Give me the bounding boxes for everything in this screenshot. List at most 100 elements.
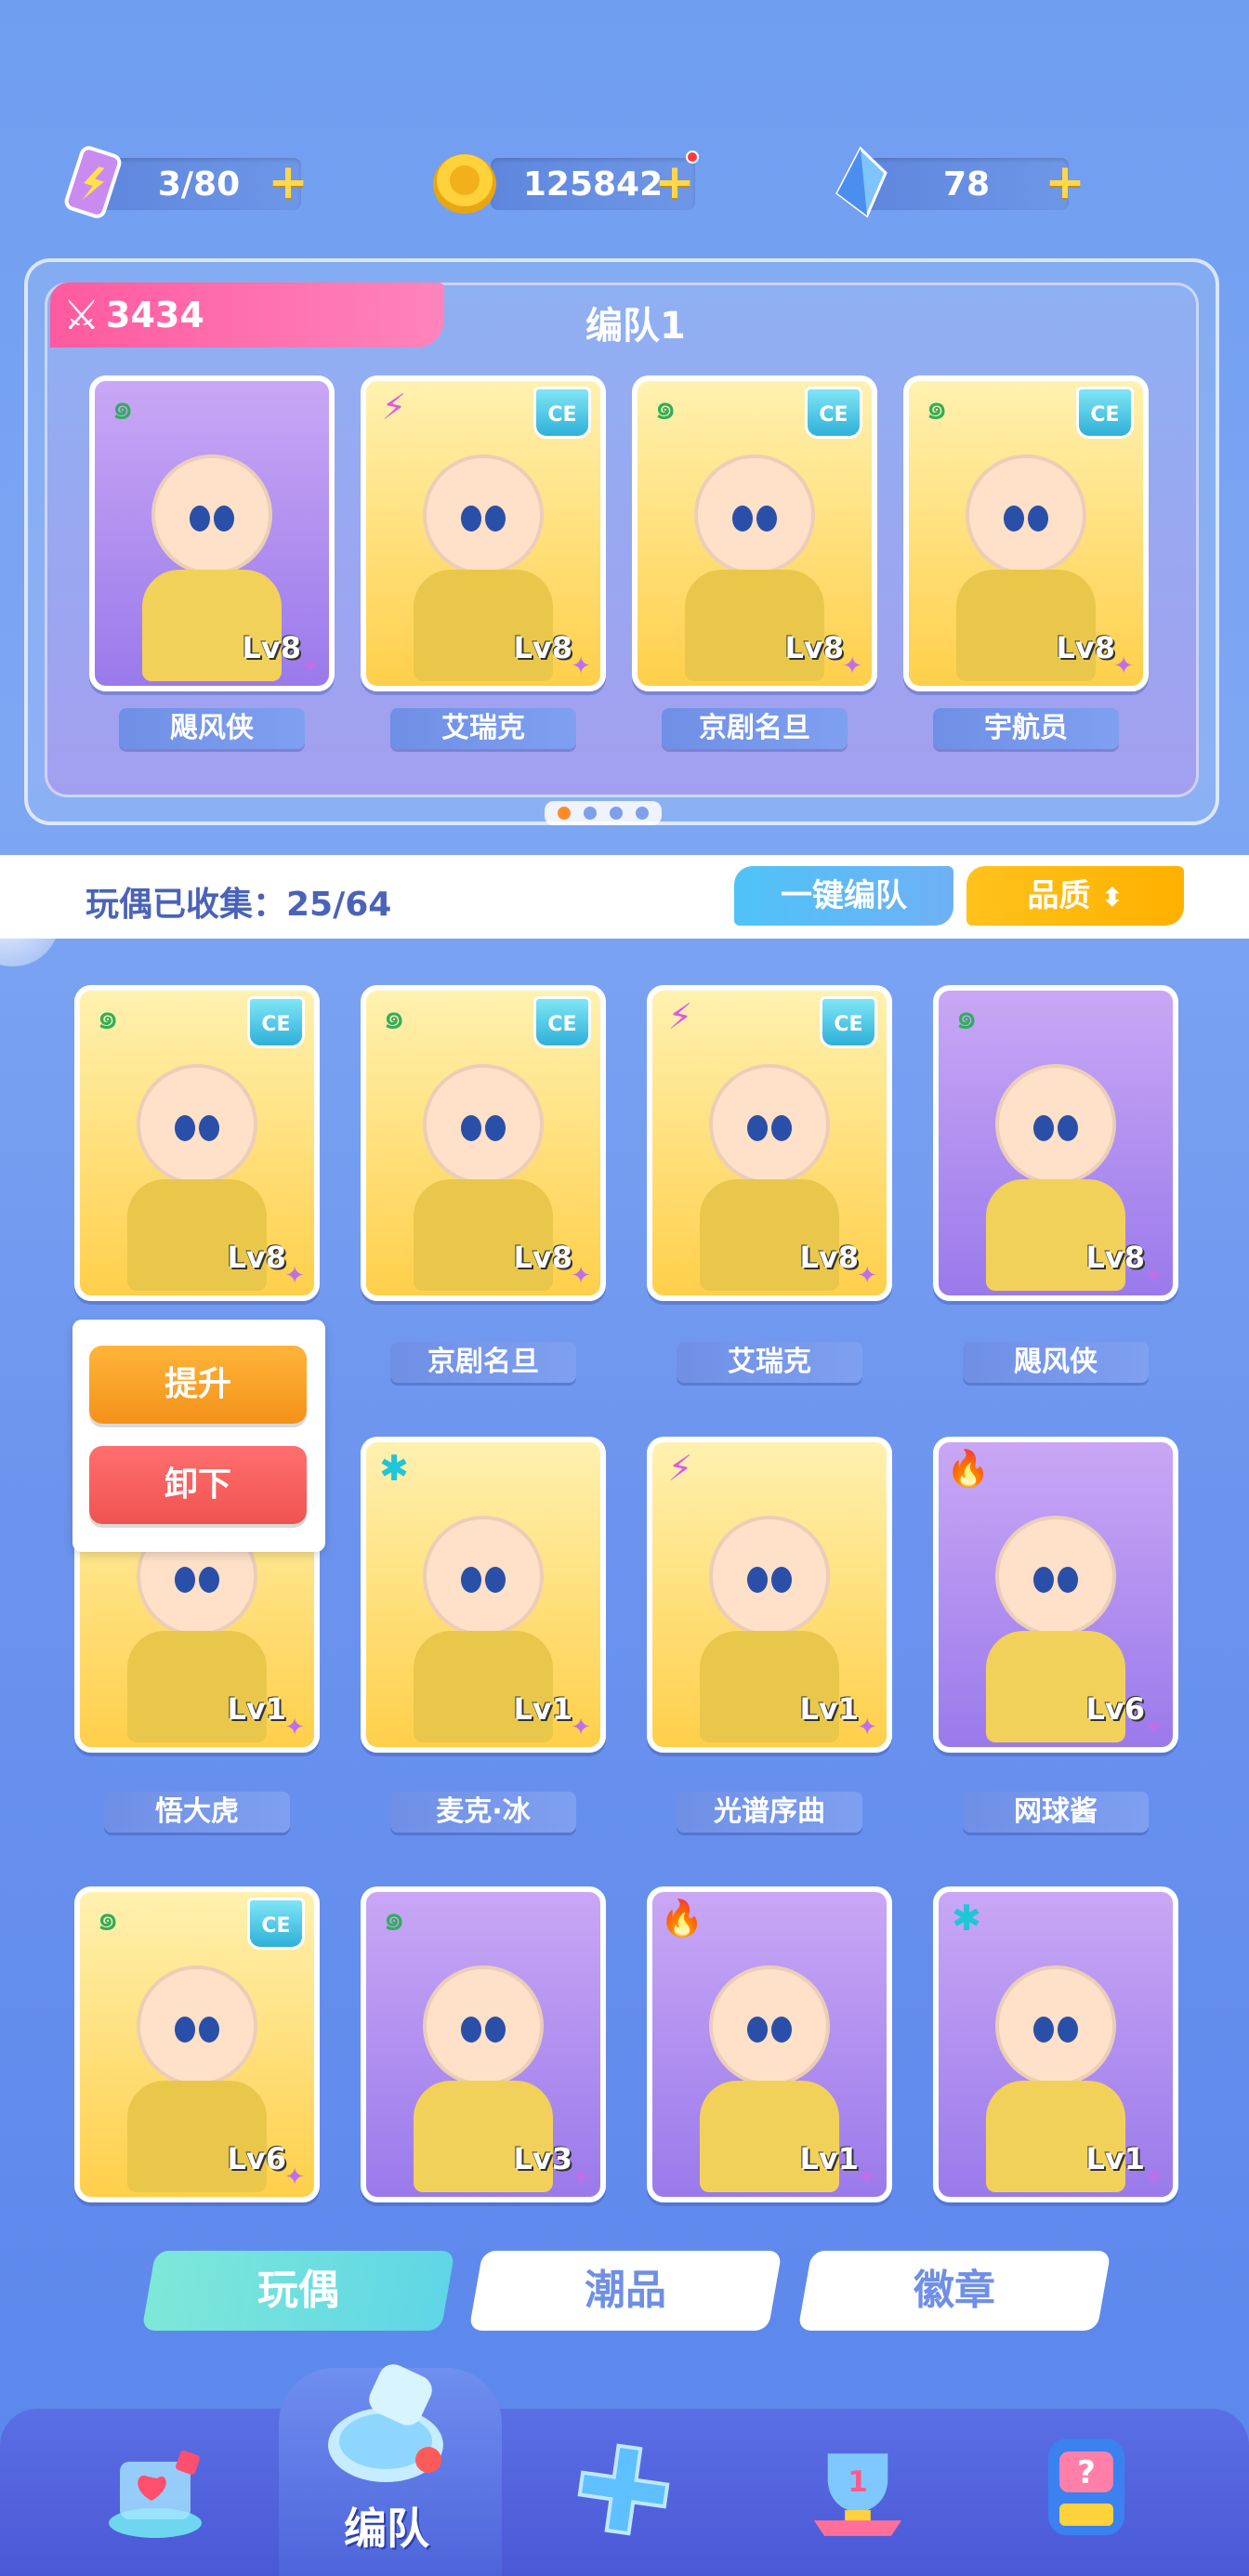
character-eye (731, 505, 753, 532)
page-dot[interactable] (558, 807, 571, 820)
svg-text:?: ? (1077, 2454, 1096, 2491)
team-member-name-tag: 艾瑞克 (390, 708, 576, 749)
team-whistle-icon (311, 2346, 469, 2504)
wind-element-icon: ๑ (96, 996, 120, 1037)
wind-element-icon: ๑ (96, 1898, 120, 1939)
doll-card[interactable]: 🔥 Lv6 ✦ (933, 1437, 1178, 1753)
tab-trendy[interactable]: 潮品 (468, 2251, 782, 2331)
doll-card[interactable]: ๑ CE Lv6 ✦ (74, 1886, 320, 2202)
character-eye (1058, 1114, 1079, 1141)
crossed-swords-icon: ⚔ (63, 292, 100, 339)
tab-badges[interactable]: 徽章 (797, 2251, 1111, 2331)
ce-crown-badge: CE (247, 996, 305, 1048)
ce-crown-badge: CE (820, 996, 877, 1048)
doll-card[interactable]: ✱ Lv1 ✦ (933, 1886, 1178, 2202)
star-rank-icon: ✦ (1143, 1714, 1164, 1741)
character-art (137, 1063, 257, 1185)
team-title: 编队1 (585, 305, 686, 348)
doll-name-tag: 悟大虎 (104, 1792, 290, 1833)
lightning-element-icon: ⚡ (667, 996, 693, 1037)
level-label: Lv8 (784, 630, 844, 665)
team-page-indicator (545, 801, 662, 825)
star-rank-icon: ✦ (571, 1714, 591, 1741)
coin-plus-button[interactable]: + (654, 158, 695, 206)
character-art (423, 453, 544, 575)
doll-name-tag: 飓风侠 (963, 1342, 1149, 1383)
quality-sort-button[interactable]: 品质 ⬍ (966, 866, 1184, 926)
page-dot[interactable] (584, 807, 597, 820)
star-rank-icon: ✦ (571, 652, 591, 680)
character-eye (1058, 1566, 1079, 1593)
one-key-team-button[interactable]: 一键编队 (734, 866, 953, 926)
doll-card[interactable]: ⚡ CE Lv8 ✦ (647, 985, 892, 1301)
character-eye (460, 1114, 481, 1141)
team-member-name-tag: 宇航员 (933, 708, 1119, 749)
tab-badges-label: 徽章 (914, 2267, 995, 2314)
character-eye (746, 2016, 768, 2043)
character-art (151, 453, 272, 575)
character-eye (771, 1114, 793, 1141)
tab-dolls[interactable]: 玩偶 (141, 2251, 455, 2331)
character-eye (771, 1566, 793, 1593)
nav-team-label: 编队 (344, 2504, 429, 2554)
doll-card[interactable]: 🔥 Lv1 ✦ (647, 1886, 892, 2202)
doll-action-popup: 提升 卸下 (72, 1320, 325, 1552)
coin-notification-dot (686, 151, 699, 164)
doll-card[interactable]: ๑ Lv8 ✦ (933, 985, 1178, 1301)
crystal-plus-button[interactable]: + (1045, 158, 1085, 206)
doll-card[interactable]: ๑ Lv3 ✦ (361, 1886, 606, 2202)
doll-name-tag: 麦克·冰 (390, 1792, 576, 1833)
character-art (709, 1965, 830, 2086)
team-member-card[interactable]: ๑ Lv8 ✦ (89, 375, 335, 691)
level-label: Lv1 (513, 1691, 572, 1727)
star-rank-icon: ✦ (284, 1262, 305, 1290)
nav-shop[interactable] (85, 2420, 225, 2559)
character-art (995, 1515, 1116, 1636)
remove-button[interactable]: 卸下 (89, 1446, 307, 1524)
doll-card[interactable]: ✱ Lv1 ✦ (361, 1437, 606, 1753)
character-eye (771, 2016, 793, 2043)
character-art (709, 1515, 830, 1636)
page-dot[interactable] (636, 807, 649, 820)
upgrade-button[interactable]: 提升 (89, 1346, 307, 1424)
character-eye (485, 1114, 506, 1141)
nav-team[interactable] (307, 2342, 474, 2509)
level-label: Lv1 (799, 1691, 859, 1727)
ce-crown-badge: CE (247, 1898, 305, 1950)
character-eye (746, 1566, 768, 1593)
character-art (709, 1063, 830, 1185)
wind-element-icon: ๑ (925, 387, 949, 427)
character-eye (174, 1114, 195, 1141)
stamina-value: 3/80 (157, 164, 241, 204)
character-eye (199, 2016, 220, 2043)
doll-card[interactable]: ๑ CE Lv8 ✦ (74, 985, 320, 1301)
nav-ranking[interactable]: 1 (788, 2420, 927, 2559)
team-member-card[interactable]: ⚡ CE Lv8 ✦ (361, 375, 606, 691)
level-label: Lv1 (227, 1691, 286, 1727)
team-member-card[interactable]: ๑ CE Lv8 ✦ (903, 375, 1149, 691)
nav-game[interactable] (554, 2420, 693, 2559)
nav-gacha[interactable]: ? (1017, 2420, 1156, 2559)
doll-card[interactable]: ๑ CE Lv8 ✦ (361, 985, 606, 1301)
ce-crown-badge: CE (1076, 387, 1134, 439)
page-dot[interactable] (610, 807, 623, 820)
character-eye (199, 1566, 220, 1593)
lightning-element-icon: ⚡ (667, 1448, 693, 1489)
character-eye (756, 505, 778, 532)
star-rank-icon: ✦ (857, 1262, 877, 1290)
star-rank-icon: ✦ (1113, 652, 1134, 680)
team-member-card[interactable]: ๑ CE Lv8 ✦ (632, 375, 877, 691)
character-eye (1003, 505, 1024, 532)
collection-count: 玩偶已收集：25/64 (85, 886, 392, 924)
svg-text:1: 1 (848, 2465, 868, 2499)
stamina-battery-icon (56, 145, 130, 219)
doll-card[interactable]: ⚡ Lv1 ✦ (647, 1437, 892, 1753)
shop-icon (99, 2434, 211, 2545)
character-art (137, 1965, 257, 2086)
collection-bar: 玩偶已收集：25/64 一键编队 品质 ⬍ (0, 855, 1249, 939)
ice-element-icon: ✱ (952, 1898, 981, 1939)
character-eye (1032, 1114, 1054, 1141)
character-eye (1058, 2016, 1079, 2043)
stamina-plus-button[interactable]: + (268, 158, 309, 206)
doll-name-tag: 网球酱 (963, 1792, 1149, 1833)
